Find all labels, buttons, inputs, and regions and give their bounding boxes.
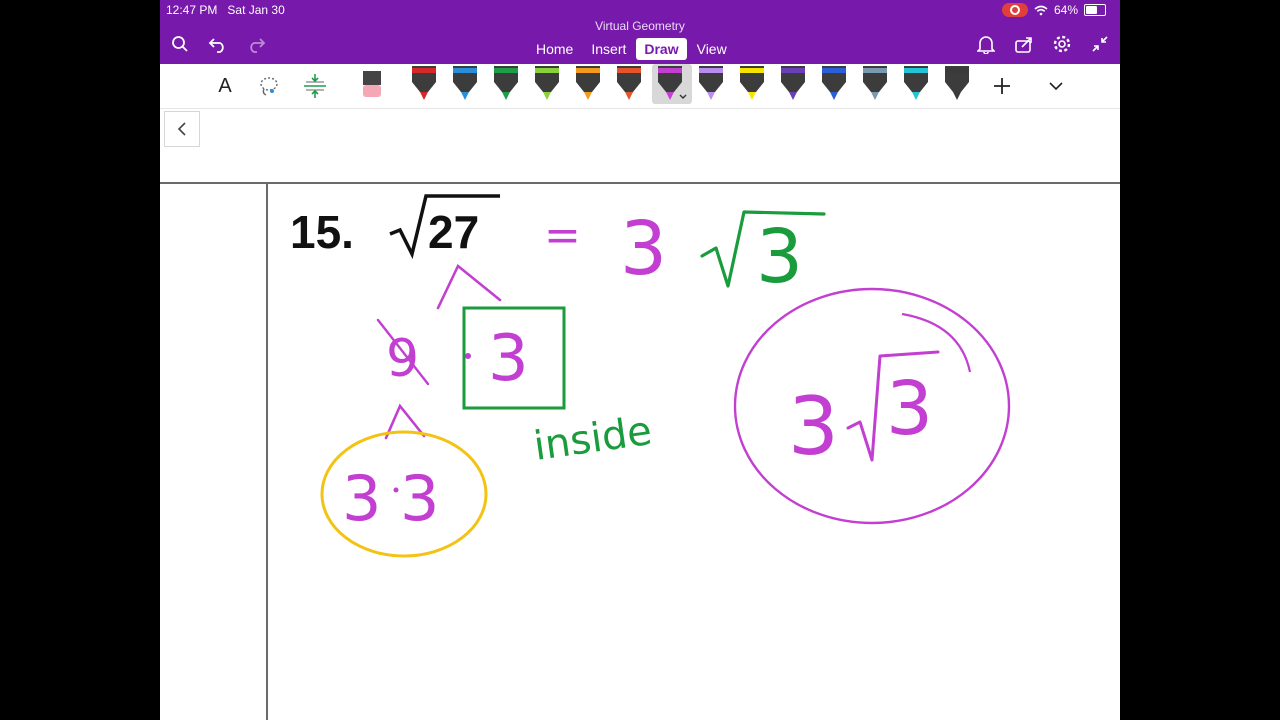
ink-factor-boxed: 3 — [488, 322, 529, 396]
ink-factored-right: 3 — [400, 462, 439, 535]
pen-6[interactable] — [617, 66, 641, 100]
ink-final-radicand: 3 — [886, 366, 933, 452]
pen-10[interactable] — [781, 66, 805, 100]
pen-8[interactable] — [699, 66, 723, 100]
pen-5[interactable] — [576, 66, 600, 100]
pen-11[interactable] — [822, 66, 846, 100]
chevron-down-icon[interactable] — [1044, 66, 1068, 106]
note-canvas[interactable]: 15. 27 = 3 3 9 3 inside 3 3 3 3 — [160, 184, 1120, 720]
onenote-screen: 12:47 PM Sat Jan 30 64% Virtual Geometry… — [160, 0, 1120, 720]
eraser-icon[interactable] — [360, 66, 384, 106]
draw-toolbar: A — [160, 64, 1120, 109]
pen-palette — [412, 64, 969, 104]
screen-record-icon — [1001, 3, 1028, 17]
wifi-icon — [1034, 5, 1048, 16]
battery-percent: 64% — [1053, 3, 1078, 17]
tab-draw[interactable]: Draw — [636, 38, 687, 60]
redo-icon[interactable] — [244, 32, 268, 56]
battery-icon — [1084, 4, 1106, 16]
pen-7[interactable] — [652, 64, 692, 104]
ink-dot — [393, 487, 399, 493]
ink-answer-circle — [733, 287, 1011, 525]
ink-radicand-result: 3 — [756, 214, 803, 300]
app-header: 12:47 PM Sat Jan 30 64% Virtual Geometry… — [160, 0, 1120, 64]
pen-14[interactable] — [945, 66, 969, 100]
ink-coefficient: 3 — [620, 206, 667, 292]
share-icon[interactable] — [1012, 32, 1036, 56]
status-right: 64% — [1001, 3, 1106, 17]
pen-9[interactable] — [740, 66, 764, 100]
insert-space-icon[interactable] — [302, 66, 328, 106]
status-time-date: 12:47 PM Sat Jan 30 — [166, 3, 285, 17]
tab-home[interactable]: Home — [528, 38, 581, 60]
printed-radicand: 27 — [428, 206, 479, 258]
pen-1[interactable] — [412, 66, 436, 100]
search-icon[interactable] — [168, 32, 192, 56]
ink-final-coefficient: 3 — [788, 380, 839, 473]
text-tool-button[interactable]: A — [214, 66, 236, 106]
undo-icon[interactable] — [206, 32, 230, 56]
ink-equals: = — [544, 210, 581, 261]
problem-number: 15. — [290, 206, 354, 258]
add-pen-icon[interactable] — [990, 66, 1014, 106]
status-time: 12:47 PM — [166, 3, 218, 17]
pen-4[interactable] — [535, 66, 559, 100]
ink-multiply-dot — [465, 353, 471, 359]
gear-icon[interactable] — [1050, 32, 1074, 56]
ink-answer-circle-stroke — [901, 312, 972, 373]
pen-3[interactable] — [494, 66, 518, 100]
status-date: Sat Jan 30 — [227, 3, 285, 17]
back-button[interactable] — [164, 111, 200, 147]
bell-icon[interactable] — [974, 32, 998, 56]
notebook-title: Virtual Geometry — [595, 19, 685, 33]
pen-12[interactable] — [863, 66, 887, 100]
lasso-select-icon[interactable] — [256, 66, 282, 106]
tab-insert[interactable]: Insert — [583, 38, 634, 60]
pen-13[interactable] — [904, 66, 928, 100]
battery-fill — [1086, 6, 1097, 14]
chevron-left-icon — [177, 122, 186, 136]
ribbon-tabs: Home Insert Draw View — [528, 38, 735, 60]
pen-2[interactable] — [453, 66, 477, 100]
collapse-fullscreen-icon[interactable] — [1088, 32, 1112, 56]
ink-word-inside: inside — [531, 408, 655, 470]
ink-factored-left: 3 — [342, 462, 381, 535]
ink-factor-nine: 9 — [386, 329, 419, 389]
ink-branch-top — [436, 263, 502, 310]
tab-view[interactable]: View — [689, 38, 735, 60]
